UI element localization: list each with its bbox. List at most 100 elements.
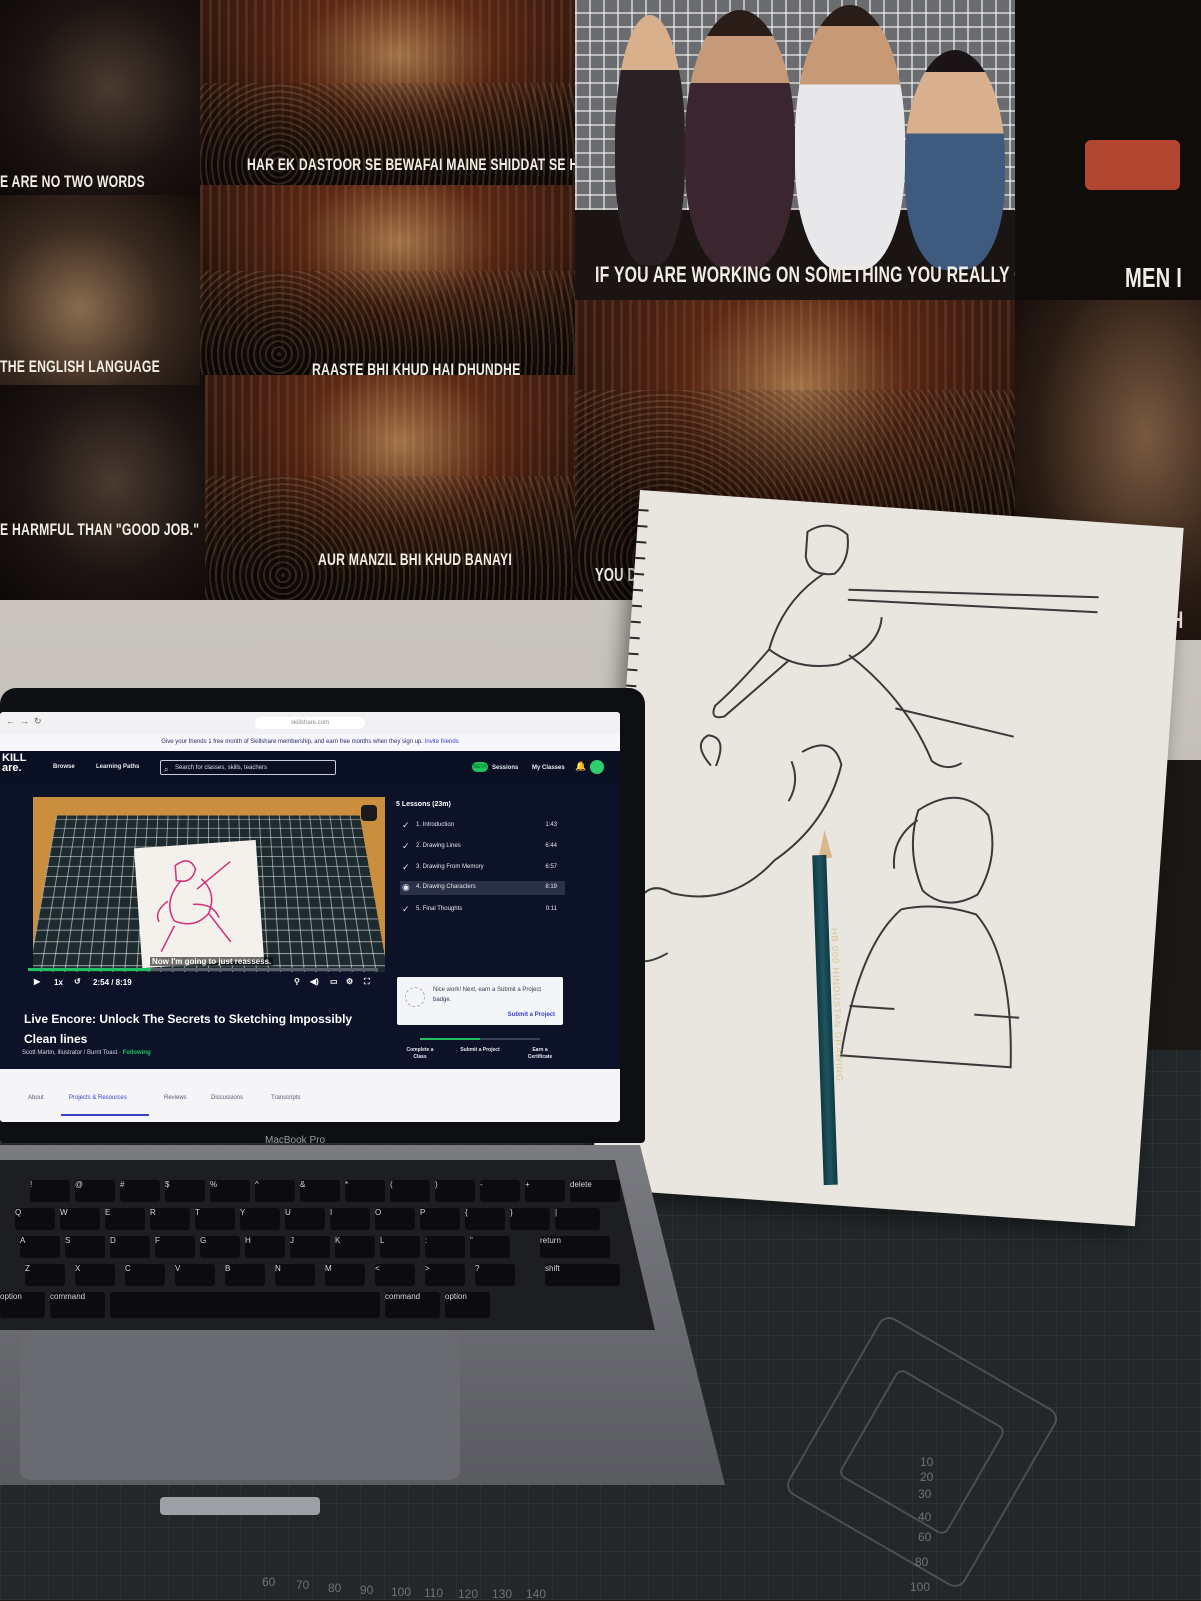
key[interactable]: C (125, 1264, 165, 1286)
lesson-item[interactable]: ✓ 1. Introduction 1:43 (400, 819, 565, 833)
key-return[interactable]: return (540, 1236, 610, 1258)
key[interactable]: R (150, 1208, 190, 1230)
speed-button[interactable]: 1x (54, 978, 63, 987)
key[interactable]: H (245, 1236, 285, 1258)
tab-transcripts[interactable]: Transcripts (271, 1095, 300, 1101)
skillshare-logo[interactable]: KILL are. (2, 753, 26, 774)
key-space[interactable] (110, 1292, 380, 1318)
key[interactable]: " (470, 1236, 510, 1258)
learning-paths-link[interactable]: Learning Paths (96, 764, 139, 770)
key[interactable]: ( (390, 1180, 430, 1202)
fullscreen-icon[interactable]: ⛶ (364, 977, 370, 987)
key[interactable]: + (525, 1180, 565, 1202)
key[interactable]: - (480, 1180, 520, 1202)
key-command[interactable]: command (50, 1292, 105, 1318)
key[interactable]: O (375, 1208, 415, 1230)
key[interactable]: M (325, 1264, 365, 1286)
key[interactable]: Q (15, 1208, 55, 1230)
key[interactable]: X (75, 1264, 115, 1286)
key[interactable]: P (420, 1208, 460, 1230)
key[interactable]: @ (75, 1180, 115, 1202)
sketch-figure-woman (839, 796, 1020, 1069)
picture-in-picture-icon[interactable] (361, 805, 377, 821)
key-shift[interactable]: shift (545, 1264, 620, 1286)
my-classes-link[interactable]: My Classes (532, 765, 565, 771)
captions-icon[interactable]: ▭ (330, 977, 338, 986)
key[interactable]: G (200, 1236, 240, 1258)
key[interactable]: L (380, 1236, 420, 1258)
key[interactable]: > (425, 1264, 465, 1286)
key[interactable]: F (155, 1236, 195, 1258)
key[interactable]: U (285, 1208, 325, 1230)
invite-friends-link[interactable]: Invite friends (425, 739, 459, 745)
key[interactable]: ) (435, 1180, 475, 1202)
key[interactable]: J (290, 1236, 330, 1258)
video-progress-bar[interactable] (28, 968, 378, 971)
play-icon[interactable]: ▶ (34, 977, 40, 986)
step-earn-certificate: Earn a Certificate (527, 1047, 553, 1060)
sketch-drawings (586, 507, 1099, 1069)
forward-arrow-icon[interactable]: → (20, 716, 29, 726)
key[interactable]: Z (25, 1264, 65, 1286)
avatar[interactable] (590, 760, 604, 774)
key[interactable]: * (345, 1180, 385, 1202)
key[interactable]: W (60, 1208, 100, 1230)
key-delete[interactable]: delete (570, 1180, 620, 1202)
key[interactable]: S (65, 1236, 105, 1258)
lesson-item[interactable]: ✓ 5. Final Thoughts 0:11 (400, 903, 565, 917)
key[interactable]: # (120, 1180, 160, 1202)
key[interactable]: B (225, 1264, 265, 1286)
author-name[interactable]: Scott Martin, Illustrator / Burnt Toast (22, 1050, 117, 1056)
search-input[interactable]: ⌕ Search for classes, skills, teachers (160, 760, 336, 775)
key[interactable]: ! (30, 1180, 70, 1202)
key[interactable]: A (20, 1236, 60, 1258)
pin-icon[interactable]: ⚲ (294, 977, 300, 986)
key[interactable]: } (510, 1208, 550, 1230)
tab-about[interactable]: About (28, 1095, 44, 1101)
submit-project-link[interactable]: Submit a Project (508, 1012, 555, 1018)
key[interactable]: K (335, 1236, 375, 1258)
key-command[interactable]: command (385, 1292, 440, 1318)
key[interactable]: N (275, 1264, 315, 1286)
following-button[interactable]: Following (123, 1050, 151, 1056)
rewind-icon[interactable]: ↺ (74, 977, 81, 986)
key[interactable]: $ (165, 1180, 205, 1202)
key[interactable]: Y (240, 1208, 280, 1230)
key[interactable]: E (105, 1208, 145, 1230)
tab-projects-resources[interactable]: Projects & Resources (69, 1095, 127, 1101)
bell-icon[interactable]: 🔔 (575, 761, 586, 772)
address-bar[interactable]: skillshare.com (255, 717, 365, 729)
lesson-name: 1. Introduction (416, 822, 455, 828)
key-option[interactable]: option (0, 1292, 45, 1318)
key-option[interactable]: option (445, 1292, 490, 1318)
key[interactable]: ? (475, 1264, 515, 1286)
video-player[interactable] (33, 797, 385, 972)
key[interactable]: T (195, 1208, 235, 1230)
key[interactable]: < (375, 1264, 415, 1286)
lesson-item-active[interactable]: ◉ 4. Drawing Characters 8:19 (400, 881, 565, 895)
back-arrow-icon[interactable]: ← (6, 716, 15, 726)
key[interactable]: : (425, 1236, 465, 1258)
settings-icon[interactable]: ⚙ (346, 977, 353, 986)
key[interactable]: V (175, 1264, 215, 1286)
lesson-item[interactable]: ✓ 2. Drawing Lines 6:44 (400, 840, 565, 854)
key[interactable]: ^ (255, 1180, 295, 1202)
ruler-number: 140 (526, 1587, 547, 1601)
band-member (685, 10, 795, 270)
key[interactable]: { (465, 1208, 505, 1230)
tab-discussions[interactable]: Discussions (211, 1095, 243, 1101)
trackpad[interactable] (20, 1330, 460, 1480)
promo-banner: Give your friends 1 free month of Skills… (0, 734, 620, 751)
reload-icon[interactable]: ↻ (34, 716, 42, 727)
sessions-menu[interactable]: Sessions (492, 765, 518, 771)
key[interactable]: I (330, 1208, 370, 1230)
checkmark-icon: ✓ (402, 862, 410, 872)
key[interactable]: % (210, 1180, 250, 1202)
key[interactable]: & (300, 1180, 340, 1202)
browse-menu[interactable]: Browse (53, 764, 75, 770)
key[interactable]: | (555, 1208, 600, 1230)
volume-icon[interactable]: ◀) (310, 977, 319, 986)
key[interactable]: D (110, 1236, 150, 1258)
tab-reviews[interactable]: Reviews (164, 1095, 187, 1101)
lesson-item[interactable]: ✓ 3. Drawing From Memory 6:57 (400, 861, 565, 875)
